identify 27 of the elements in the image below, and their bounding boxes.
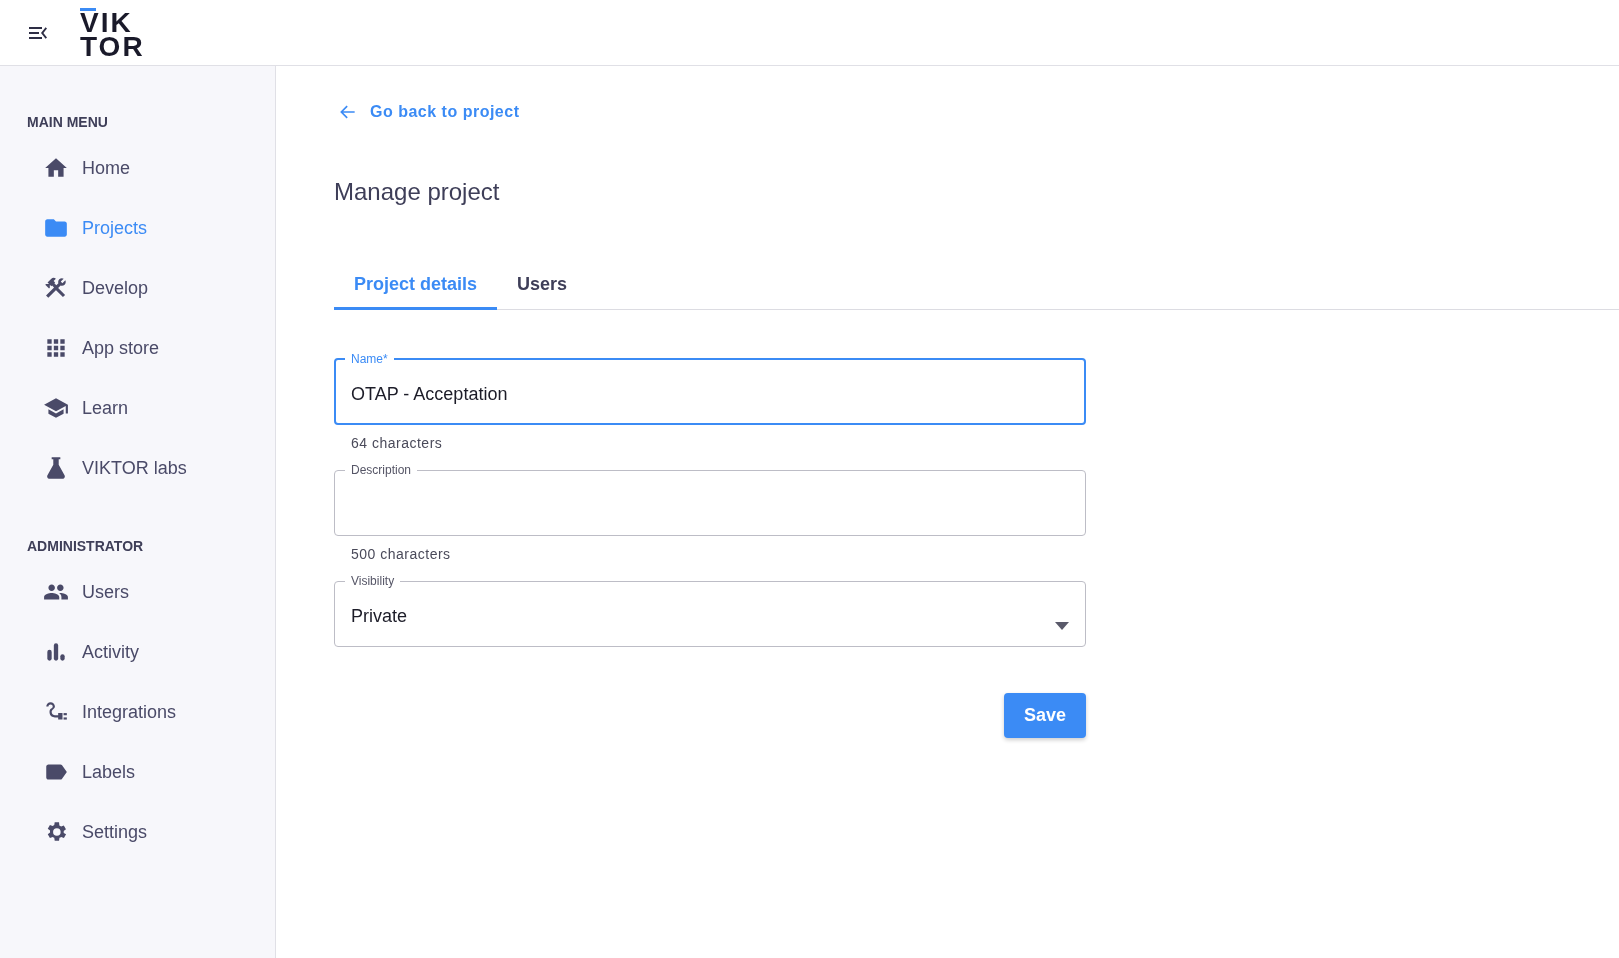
helper-text: 500 characters bbox=[350, 545, 452, 564]
sidebar-item[interactable]: Settings bbox=[0, 802, 275, 862]
sidebar-item[interactable]: Activity bbox=[0, 622, 275, 682]
helper-text: 64 characters bbox=[350, 434, 444, 453]
sidebar-item[interactable]: App store bbox=[0, 318, 275, 378]
field-label: Visibility bbox=[350, 574, 396, 588]
sidebar-item[interactable]: Labels bbox=[0, 742, 275, 802]
sidebar-item[interactable]: Home bbox=[0, 138, 275, 198]
sidebar-item[interactable]: Integrations bbox=[0, 682, 275, 742]
field-label: Name* bbox=[350, 352, 389, 366]
tab[interactable]: Users bbox=[497, 268, 588, 310]
visibility-dropdown[interactable]: Visibility Private bbox=[334, 574, 1086, 647]
section-title: MAIN MENU bbox=[27, 114, 109, 130]
logo-text: VIK bbox=[80, 11, 133, 35]
caret-icon bbox=[1055, 622, 1069, 630]
logo-text: TOR bbox=[80, 35, 145, 59]
field-label: Description bbox=[350, 463, 413, 477]
sidebar-item[interactable]: Users bbox=[0, 562, 275, 622]
section-title: ADMINISTRATOR bbox=[27, 538, 145, 554]
textarea-field[interactable]: Description bbox=[334, 463, 1086, 536]
page-title: Manage project bbox=[334, 178, 501, 206]
sidebar-item[interactable]: Learn bbox=[0, 378, 275, 438]
input-field[interactable]: Name* OTAP - Acceptation bbox=[334, 352, 1086, 425]
logo-accent-icon bbox=[80, 8, 96, 11]
sidebar-item[interactable]: Develop bbox=[0, 258, 275, 318]
menu-item-icon bbox=[43, 275, 69, 301]
sidebar-item[interactable]: VIKTOR labs bbox=[0, 438, 275, 498]
